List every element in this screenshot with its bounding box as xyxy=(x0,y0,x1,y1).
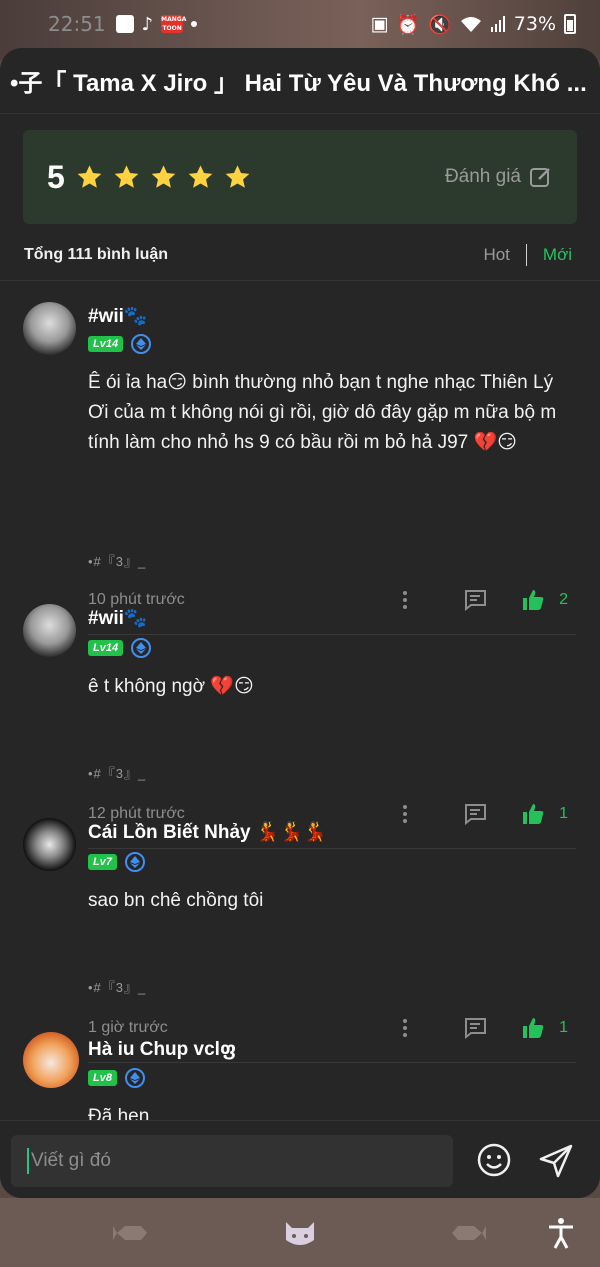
ethereum-icon xyxy=(131,334,152,354)
ethereum-icon xyxy=(124,852,145,872)
comments-sheet: •⼦「 Tama X Jiro 」 Hai Từ Yêu Và Thương K… xyxy=(0,48,600,1198)
sort-new[interactable]: Mới xyxy=(543,245,572,265)
mute-icon: 🔇 xyxy=(428,13,452,36)
reply-icon[interactable] xyxy=(463,803,487,825)
gallery-icon xyxy=(115,15,134,33)
comment-text: ê t không ngờ 💔😏 xyxy=(88,676,254,697)
user-tag: •#『3』_ xyxy=(88,766,147,781)
fish-icon[interactable] xyxy=(450,1216,486,1250)
level-badge: Lv7 xyxy=(88,854,117,870)
like-count: 2 xyxy=(559,591,568,608)
user-tag: •#『3』_ xyxy=(88,980,147,995)
divider xyxy=(0,280,600,281)
avatar[interactable] xyxy=(23,1032,79,1088)
comment-time: 1 giờ trước xyxy=(88,1019,168,1036)
user-badges: Lv14 xyxy=(88,638,152,658)
comment-divider xyxy=(88,848,576,849)
wifi-icon xyxy=(460,17,481,32)
username[interactable]: Cái Lồn Biết Nhảy 💃💃💃 xyxy=(88,820,327,844)
level-badge: Lv14 xyxy=(88,640,124,656)
battery-percent: 73% xyxy=(513,13,556,35)
avatar[interactable] xyxy=(23,818,76,871)
username[interactable]: #wii🐾 xyxy=(88,304,148,328)
battery-icon xyxy=(564,14,576,34)
user-badges: Lv14 xyxy=(88,334,152,354)
star-icon xyxy=(114,164,139,188)
rating-score: 5 xyxy=(47,158,65,195)
accessibility-icon[interactable] xyxy=(543,1216,579,1250)
star-icon xyxy=(151,164,176,188)
text-caret xyxy=(27,1148,29,1174)
reply-icon[interactable] xyxy=(463,1017,487,1039)
like-button[interactable]: 2 xyxy=(521,588,568,612)
story-title: •⼦「 Tama X Jiro 」 Hai Từ Yêu Và Thương K… xyxy=(10,70,587,97)
comment-composer: Viết gì đó xyxy=(0,1120,600,1198)
tiktok-icon: ♪ xyxy=(141,13,154,35)
sort-toggle: Hot Mới xyxy=(483,244,572,266)
like-count: 1 xyxy=(559,805,568,822)
level-badge: Lv14 xyxy=(88,336,124,352)
user-badges: Lv7 xyxy=(88,852,145,872)
thumbs-up-icon xyxy=(523,1018,544,1038)
star-icon xyxy=(225,164,250,188)
rate-button[interactable]: Đánh giá xyxy=(445,165,553,189)
ethereum-icon xyxy=(124,1068,145,1088)
username[interactable]: Hà iu Chup vclფ xyxy=(88,1038,236,1061)
input-placeholder: Viết gì đó xyxy=(31,1150,111,1171)
like-button[interactable]: 1 xyxy=(521,802,568,826)
dot-icon xyxy=(191,21,198,27)
comment-input[interactable]: Viết gì đó xyxy=(11,1135,453,1187)
more-options-icon[interactable] xyxy=(402,1019,408,1037)
status-time: 22:51 xyxy=(48,12,106,36)
comment-count: Tổng 111 bình luận xyxy=(24,246,169,263)
fish-icon[interactable] xyxy=(113,1216,149,1250)
user-badges: Lv8 xyxy=(88,1068,145,1088)
more-options-icon[interactable] xyxy=(402,591,408,609)
more-options-icon[interactable] xyxy=(402,805,408,823)
rating-stars xyxy=(75,163,252,192)
edit-icon xyxy=(530,168,550,187)
mangatoon-icon: MANGA TOON xyxy=(161,15,187,33)
alarm-icon: ⏰ xyxy=(396,13,421,36)
comment-text: sao bn chê chồng tôi xyxy=(88,890,264,911)
like-count: 1 xyxy=(559,1019,568,1036)
rate-label: Đánh giá xyxy=(444,166,521,187)
bottom-nav xyxy=(0,1198,600,1267)
comment-meta: 10 phút trước 2 xyxy=(88,587,568,613)
avatar[interactable] xyxy=(23,302,76,355)
emoji-icon[interactable] xyxy=(477,1143,511,1177)
comment-actions: 2 xyxy=(402,588,568,612)
status-bar: 22:51 ♪ MANGA TOON ▣ ⏰ 🔇 73% xyxy=(0,0,600,48)
comment-divider xyxy=(88,1062,576,1063)
signal-icon xyxy=(490,16,505,32)
comment-text: Ê ói ỉa ha😏 bình thường nhỏ bạn t nghe n… xyxy=(88,372,557,453)
username[interactable]: #wii🐾 xyxy=(88,606,148,630)
send-icon[interactable] xyxy=(538,1143,574,1179)
sort-divider xyxy=(525,244,527,266)
comment-divider xyxy=(88,634,576,635)
star-icon xyxy=(188,164,213,188)
sheet-title: •⼦「 Tama X Jiro 」 Hai Từ Yêu Và Thương K… xyxy=(0,48,600,114)
comment-actions: 1 xyxy=(402,1016,568,1040)
reply-icon[interactable] xyxy=(463,589,487,611)
sort-hot[interactable]: Hot xyxy=(483,245,509,265)
thumbs-up-icon xyxy=(523,590,544,610)
like-button[interactable]: 1 xyxy=(521,1016,568,1040)
rating-box: 5 Đánh giá xyxy=(23,130,577,224)
cat-face-icon[interactable] xyxy=(282,1216,318,1250)
user-tag: •#『3』_ xyxy=(88,554,147,569)
avatar[interactable] xyxy=(23,604,76,657)
ethereum-icon xyxy=(131,638,152,658)
comments-header: Tổng 111 bình luận Hot Mới xyxy=(24,240,572,270)
thumbs-up-icon xyxy=(523,804,544,824)
star-icon xyxy=(77,164,102,188)
comment-actions: 1 xyxy=(402,802,568,826)
level-badge: Lv8 xyxy=(88,1070,117,1086)
lock-icon: ▣ xyxy=(370,13,389,35)
